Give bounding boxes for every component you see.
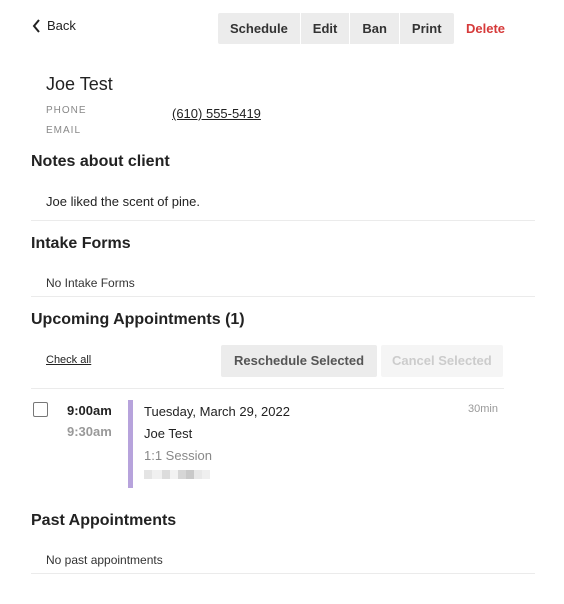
intake-empty-text: No Intake Forms bbox=[46, 276, 135, 290]
upcoming-section-title: Upcoming Appointments (1) bbox=[31, 311, 245, 328]
past-section-title: Past Appointments bbox=[31, 512, 177, 529]
notes-text: Joe liked the scent of pine. bbox=[46, 194, 200, 209]
back-label: Back bbox=[47, 18, 76, 33]
divider bbox=[31, 573, 535, 574]
ban-button[interactable]: Ban bbox=[350, 13, 400, 44]
print-button[interactable]: Print bbox=[399, 13, 454, 44]
client-name: Joe Test bbox=[46, 74, 113, 94]
divider bbox=[31, 296, 535, 297]
appointment-service: 1:1 Session bbox=[144, 448, 212, 463]
schedule-button[interactable]: Schedule bbox=[218, 13, 301, 44]
appointment-date[interactable]: Tuesday, March 29, 2022 bbox=[144, 404, 290, 419]
edit-button[interactable]: Edit bbox=[300, 13, 351, 44]
appointment-end-time: 9:30am bbox=[67, 424, 112, 439]
chevron-left-icon bbox=[32, 18, 40, 33]
intake-section-title: Intake Forms bbox=[31, 235, 131, 252]
back-button[interactable]: Back bbox=[32, 18, 76, 33]
phone-label: PHONE bbox=[46, 105, 87, 116]
cancel-selected-button: Cancel Selected bbox=[381, 345, 503, 377]
appointment-start-time: 9:00am bbox=[67, 403, 112, 418]
notes-section-title: Notes about client bbox=[31, 153, 170, 170]
reschedule-selected-button[interactable]: Reschedule Selected bbox=[221, 345, 378, 377]
phone-link[interactable]: (610) 555-5419 bbox=[172, 106, 261, 121]
divider bbox=[31, 220, 535, 221]
divider bbox=[31, 388, 504, 389]
appointment-duration: 30min bbox=[468, 403, 498, 415]
appointment-color-bar bbox=[128, 400, 133, 488]
check-all-link[interactable]: Check all bbox=[46, 354, 91, 366]
appointment-staff-redacted bbox=[144, 470, 210, 479]
email-label: EMAIL bbox=[46, 125, 82, 136]
delete-button[interactable]: Delete bbox=[466, 13, 505, 44]
appointment-checkbox[interactable] bbox=[33, 402, 48, 417]
past-empty-text: No past appointments bbox=[46, 553, 163, 567]
action-button-group: Schedule Edit Ban Print bbox=[218, 13, 454, 44]
appointment-client: Joe Test bbox=[144, 426, 193, 441]
